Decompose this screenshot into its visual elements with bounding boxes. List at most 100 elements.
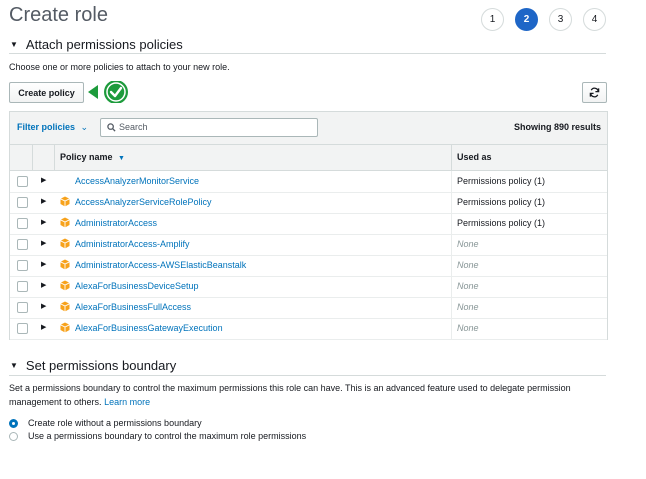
table-row[interactable]: ▶ AdministratorAccess-Amplify None <box>10 234 607 256</box>
row-checkbox[interactable] <box>17 176 28 187</box>
filter-policies-dropdown[interactable]: Filter policies ⌄ <box>17 122 88 133</box>
results-count: Showing 890 results <box>513 122 601 132</box>
boundary-description: Set a permissions boundary to control th… <box>9 381 599 409</box>
policy-name-link[interactable]: AlexaForBusinessGatewayExecution <box>75 323 223 333</box>
policy-name-header-label: Policy name <box>60 152 113 162</box>
column-divider <box>451 318 452 339</box>
step-2[interactable]: 2 <box>515 8 538 31</box>
divider <box>9 53 606 54</box>
table-header: Policy name ▼ Used as <box>10 145 607 171</box>
used-as-value: Permissions policy (1) <box>457 176 546 186</box>
table-row[interactable]: ▶ AdministratorAccess Permissions policy (… <box>10 213 607 235</box>
row-checkbox[interactable] <box>17 323 28 334</box>
step-3[interactable]: 3 <box>549 8 572 31</box>
used-as-value: None <box>457 260 479 270</box>
boundary-section-title: Set permissions boundary <box>25 358 177 373</box>
policy-name-link[interactable]: AdministratorAccess-AWSElasticBeanstalk <box>75 260 246 270</box>
row-checkbox[interactable] <box>17 218 28 229</box>
policy-name-link[interactable]: AlexaForBusinessDeviceSetup <box>75 281 199 291</box>
attach-section-header[interactable]: ▼ Attach permissions policies <box>10 37 183 52</box>
filter-policies-label: Filter policies <box>17 122 76 132</box>
attach-section-title: Attach permissions policies <box>25 37 183 52</box>
expand-row-icon[interactable]: ▶ <box>41 176 46 184</box>
green-check-icon <box>88 81 128 103</box>
column-divider <box>451 192 452 213</box>
policy-name-column-header[interactable]: Policy name ▼ <box>60 152 125 162</box>
learn-more-link[interactable]: Learn more <box>104 397 150 407</box>
page-title: Create role <box>9 4 108 26</box>
aws-managed-policy-icon <box>60 238 70 249</box>
radio-option-no-boundary[interactable]: Create role without a permissions bounda… <box>9 418 202 428</box>
column-divider <box>451 213 452 234</box>
aws-managed-policy-icon <box>60 301 70 312</box>
table-row[interactable]: ▶ AccessAnalyzerMonitorService Permissions… <box>10 171 607 193</box>
policy-name-link[interactable]: AdministratorAccess-Amplify <box>75 239 190 249</box>
expand-row-icon[interactable]: ▶ <box>41 302 46 310</box>
used-as-value: None <box>457 323 479 333</box>
search-input[interactable] <box>119 120 309 133</box>
row-checkbox[interactable] <box>17 197 28 208</box>
expand-row-icon[interactable]: ▶ <box>41 281 46 289</box>
boundary-section-header[interactable]: ▼ Set permissions boundary <box>10 358 176 373</box>
policy-name-link[interactable]: AccessAnalyzerServiceRolePolicy <box>75 197 212 207</box>
expand-row-icon[interactable]: ▶ <box>41 323 46 331</box>
used-as-value: Permissions policy (1) <box>457 218 546 228</box>
search-box[interactable] <box>100 118 318 137</box>
step-1[interactable]: 1 <box>481 8 504 31</box>
step-4[interactable]: 4 <box>583 8 606 31</box>
boundary-description-text: Set a permissions boundary to control th… <box>9 383 571 407</box>
radio-option-label: Use a permissions boundary to control th… <box>28 431 307 441</box>
aws-managed-policy-icon <box>60 217 70 228</box>
column-divider <box>451 297 452 318</box>
expand-row-icon[interactable]: ▶ <box>41 239 46 247</box>
refresh-button[interactable] <box>582 82 607 103</box>
column-divider <box>451 145 452 170</box>
create-policy-button[interactable]: Create policy <box>9 82 84 103</box>
search-icon <box>107 123 116 132</box>
row-checkbox[interactable] <box>17 302 28 313</box>
used-as-column-header: Used as <box>457 152 492 162</box>
wizard-steps: 1 2 3 4 <box>481 8 606 31</box>
table-row[interactable]: ▶ AccessAnalyzerServiceRolePolicy Permissi… <box>10 192 607 214</box>
column-divider <box>451 234 452 255</box>
refresh-icon <box>589 87 600 98</box>
column-divider <box>451 171 452 192</box>
used-as-value: None <box>457 281 479 291</box>
used-as-value: Permissions policy (1) <box>457 197 546 207</box>
table-row[interactable]: ▶ AlexaForBusinessDeviceSetup None <box>10 276 607 298</box>
column-divider <box>32 145 33 170</box>
column-divider <box>451 255 452 276</box>
chevron-down-icon: ⌄ <box>80 122 89 132</box>
filter-bar: Filter policies ⌄ Showing 890 results <box>10 112 607 145</box>
row-checkbox[interactable] <box>17 281 28 292</box>
radio-option-label: Create role without a permissions bounda… <box>28 418 202 428</box>
radio-option-use-boundary[interactable]: Use a permissions boundary to control th… <box>9 431 306 441</box>
attach-description: Choose one or more policies to attach to… <box>9 62 230 72</box>
caret-down-icon: ▼ <box>10 40 18 49</box>
used-as-value: None <box>457 302 479 312</box>
aws-managed-policy-icon <box>60 322 70 333</box>
column-divider <box>54 145 55 170</box>
aws-managed-policy-icon <box>60 280 70 291</box>
table-row[interactable]: ▶ AdministratorAccess-AWSElasticBeanstalk… <box>10 255 607 277</box>
policy-name-link[interactable]: AlexaForBusinessFullAccess <box>75 302 191 312</box>
policy-name-link[interactable]: AccessAnalyzerMonitorService <box>75 176 199 186</box>
expand-row-icon[interactable]: ▶ <box>41 218 46 226</box>
used-as-value: None <box>457 239 479 249</box>
radio-unselected[interactable] <box>9 431 18 441</box>
policy-name-link[interactable]: AdministratorAccess <box>75 218 157 228</box>
divider <box>9 375 606 376</box>
column-divider <box>451 276 452 297</box>
row-checkbox[interactable] <box>17 239 28 250</box>
sort-down-icon: ▼ <box>118 155 125 162</box>
radio-selected[interactable] <box>9 418 18 428</box>
policies-table: Filter policies ⌄ Showing 890 results Po… <box>9 111 608 340</box>
row-checkbox[interactable] <box>17 260 28 271</box>
aws-managed-policy-icon <box>60 259 70 270</box>
table-row[interactable]: ▶ AlexaForBusinessFullAccess None <box>10 297 607 319</box>
table-row[interactable]: ▶ AlexaForBusinessGatewayExecution None <box>10 318 607 340</box>
aws-managed-policy-icon <box>60 196 70 207</box>
expand-row-icon[interactable]: ▶ <box>41 260 46 268</box>
caret-down-icon: ▼ <box>10 361 18 370</box>
expand-row-icon[interactable]: ▶ <box>41 197 46 205</box>
